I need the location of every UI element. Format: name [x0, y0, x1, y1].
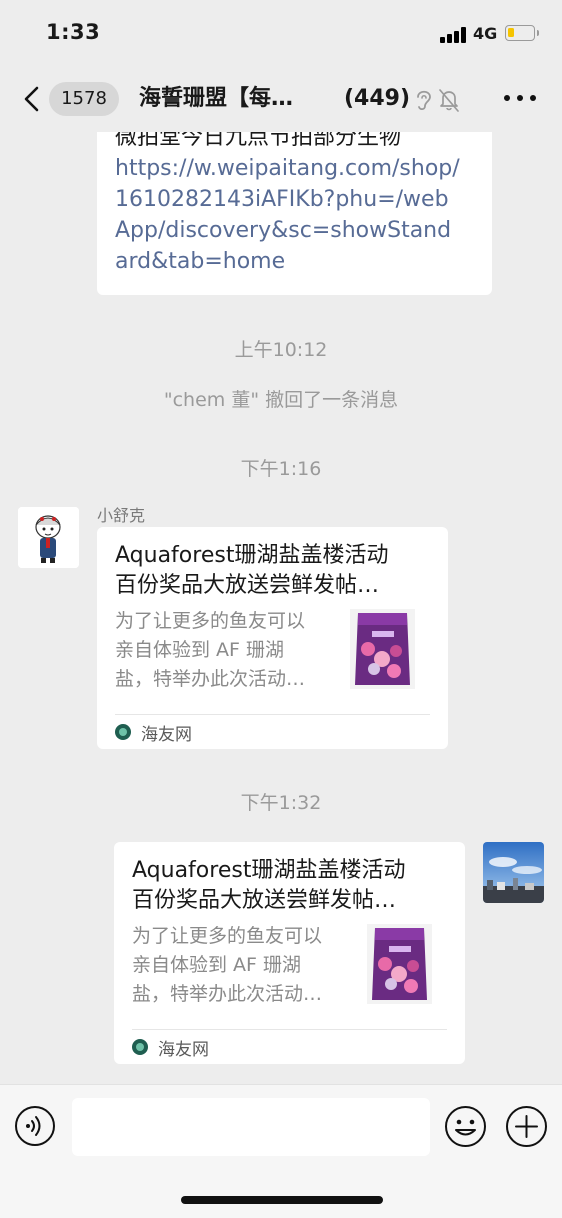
card-desc-line: 为了让更多的鱼友可以 — [115, 610, 306, 632]
card-title: Aquaforest珊湖盐盖楼活动 百份奖品大放送尝鲜发帖… — [132, 856, 448, 916]
chat-title: 海誓珊盟【每… — [139, 86, 294, 111]
link-line: 1610282143iAFIKb?phu=/web — [115, 187, 449, 212]
ear-icon — [417, 90, 431, 111]
card-title-line: Aquaforest珊湖盐盖楼活动 — [132, 858, 406, 883]
source-name: 海友网 — [141, 724, 192, 745]
cellular-signal-icon — [440, 27, 468, 43]
card-desc-line: 为了让更多的鱼友可以 — [132, 925, 323, 947]
card-thumbnail-image — [350, 609, 415, 689]
unread-count-badge[interactable]: 1578 — [49, 82, 119, 116]
recall-notice: "chem 董" 撤回了一条消息 — [163, 389, 399, 411]
card-description: 为了让更多的鱼友可以 亲自体验到 AF 珊湖 盐，特举办此次活动… — [132, 922, 352, 1009]
link-card[interactable]: Aquaforest珊湖盐盖楼活动 百份奖品大放送尝鲜发帖… 为了让更多的鱼友可… — [97, 527, 448, 749]
source-logo-icon — [115, 724, 131, 740]
text-message-bubble[interactable]: 微拍堂今日九点节拍部分生物 https://w.weipaitang.com/s… — [97, 132, 492, 295]
status-time: 1:33 — [46, 20, 101, 44]
plus-icon[interactable] — [505, 1105, 548, 1148]
card-title-line: 百份奖品大放送尝鲜发帖… — [132, 888, 397, 913]
card-divider — [132, 1029, 447, 1030]
message-text: 微拍堂今日九点节拍部分生物 — [115, 132, 402, 150]
back-chevron-icon[interactable] — [20, 84, 44, 114]
timestamp: 上午10:12 — [234, 339, 328, 361]
status-bar: 1:33 4G — [0, 0, 562, 66]
chat-header: 1578 海誓珊盟【每… (449) — [0, 66, 562, 132]
card-description: 为了让更多的鱼友可以 亲自体验到 AF 珊湖 盐，特举办此次活动… — [115, 607, 335, 694]
card-source: 海友网 — [132, 1035, 209, 1060]
timestamp: 下午1:16 — [240, 458, 322, 480]
member-count: (449) — [344, 86, 411, 111]
avatar[interactable] — [18, 507, 79, 568]
card-desc-line: 盐，特举办此次活动… — [115, 668, 306, 690]
avatar[interactable] — [483, 842, 544, 903]
timestamp: 下午1:32 — [240, 792, 322, 814]
card-title-line: 百份奖品大放送尝鲜发帖… — [115, 573, 380, 598]
link-line: ard&tab=home — [115, 249, 286, 274]
link-line: https://w.weipaitang.com/shop/ — [115, 156, 460, 181]
link-card[interactable]: Aquaforest珊湖盐盖楼活动 百份奖品大放送尝鲜发帖… 为了让更多的鱼友可… — [114, 842, 465, 1064]
card-title: Aquaforest珊湖盐盖楼活动 百份奖品大放送尝鲜发帖… — [115, 541, 431, 601]
voice-input-icon[interactable] — [14, 1105, 56, 1147]
sender-name: 小舒克 — [97, 506, 146, 525]
card-desc-line: 亲自体验到 AF 珊湖 — [132, 954, 302, 976]
network-type: 4G — [473, 24, 498, 43]
source-logo-icon — [132, 1039, 148, 1055]
card-thumbnail-image — [367, 924, 432, 1004]
card-title-line: Aquaforest珊湖盐盖楼活动 — [115, 543, 389, 568]
link-line: App/discovery&sc=showStand — [115, 218, 452, 243]
card-divider — [115, 714, 430, 715]
home-indicator — [181, 1196, 383, 1204]
card-desc-line: 亲自体验到 AF 珊湖 — [115, 639, 285, 661]
message-link[interactable]: https://w.weipaitang.com/shop/ 161028214… — [115, 153, 474, 277]
more-icon[interactable] — [504, 95, 536, 103]
message-input[interactable] — [72, 1098, 430, 1156]
card-source: 海友网 — [115, 720, 192, 745]
mute-bell-icon — [439, 89, 459, 112]
message-list[interactable]: 微拍堂今日九点节拍部分生物 https://w.weipaitang.com/s… — [0, 132, 562, 1084]
card-desc-line: 盐，特举办此次活动… — [132, 983, 323, 1005]
source-name: 海友网 — [158, 1039, 209, 1060]
battery-icon — [505, 25, 539, 41]
emoji-icon[interactable] — [444, 1105, 487, 1148]
